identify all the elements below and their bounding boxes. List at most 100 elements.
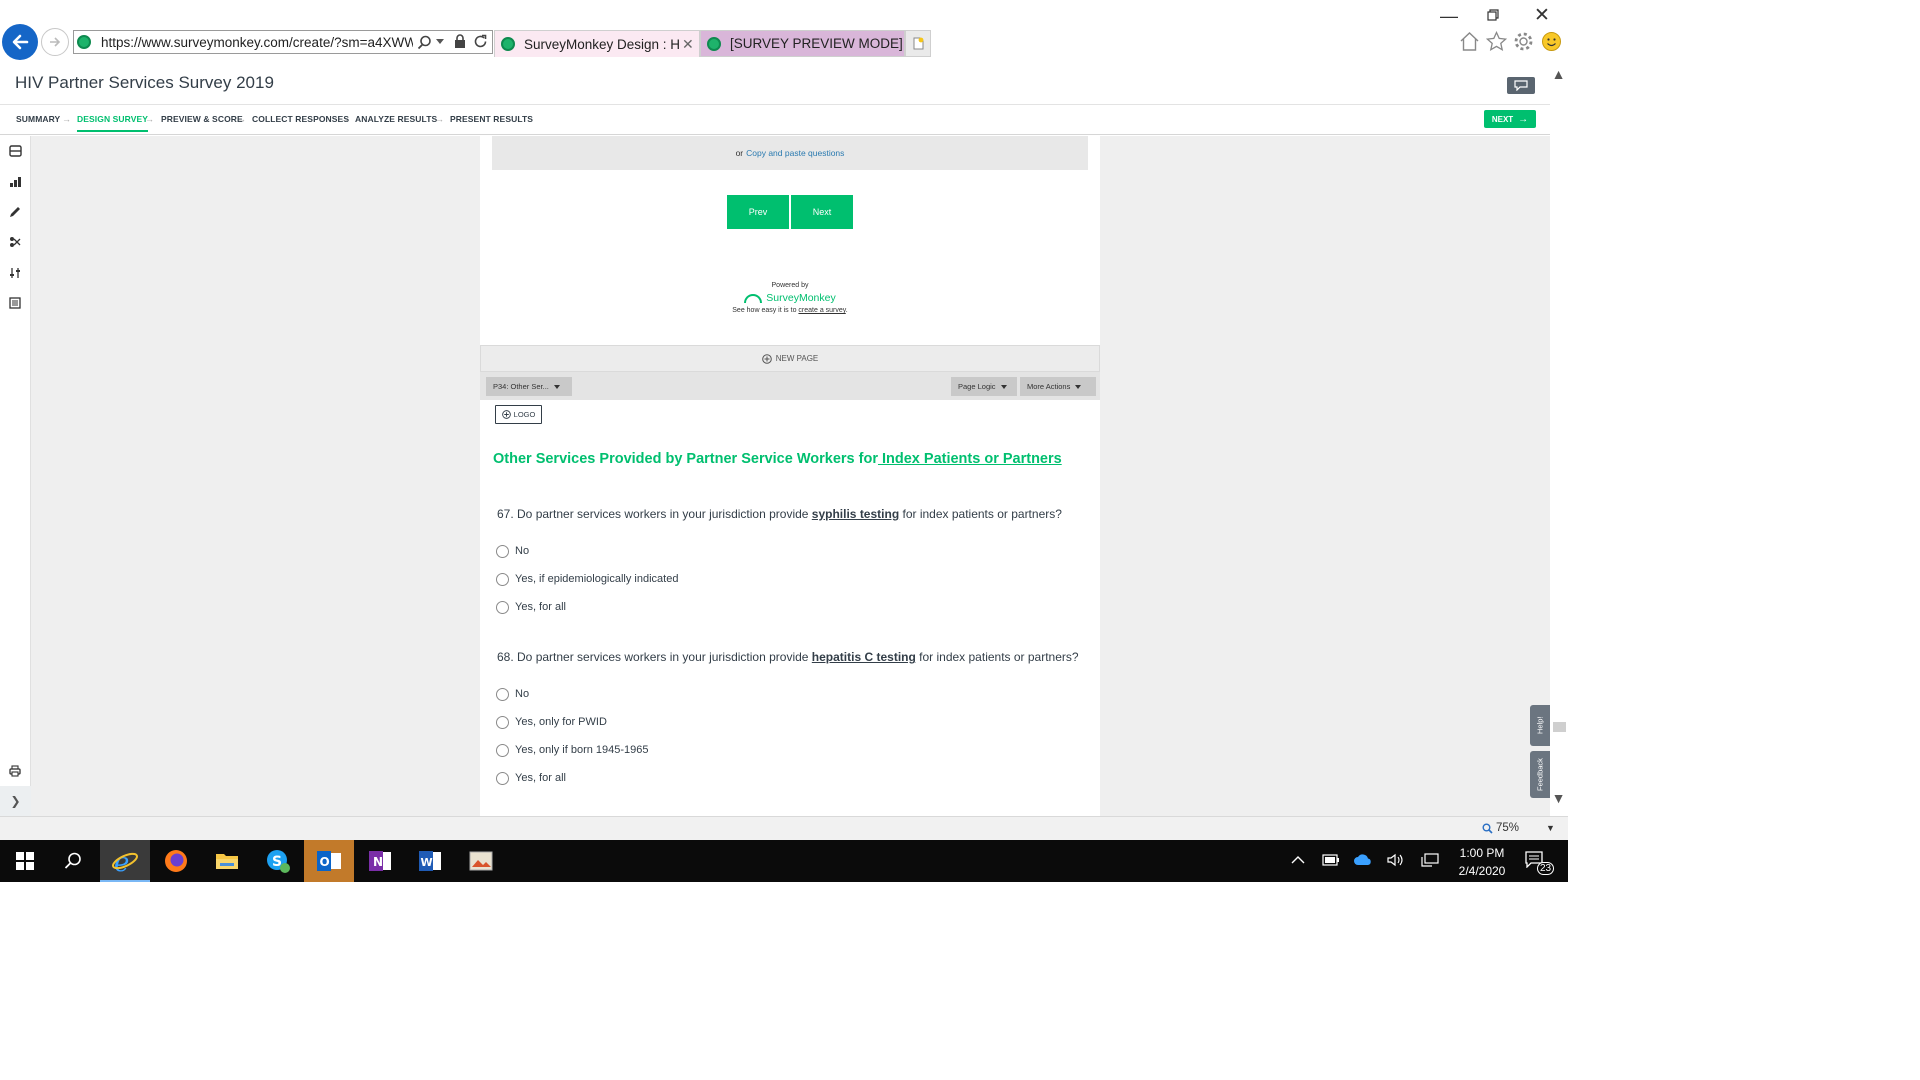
close-window-button[interactable]: ✕ — [1534, 4, 1550, 27]
forward-button[interactable] — [41, 28, 69, 56]
option-label: No — [515, 688, 530, 700]
taskbar-skype[interactable]: S — [253, 840, 303, 882]
next-step-label: NEXT — [1491, 114, 1514, 124]
page-selector-dropdown[interactable]: P34: Other Ser... — [486, 377, 572, 396]
favorites-star-icon[interactable] — [1486, 31, 1507, 52]
taskbar-firefox[interactable] — [151, 840, 201, 882]
zoom-level: 75% — [1496, 822, 1520, 834]
page-title-prefix: Other Services Provided by Partner Servi… — [493, 451, 878, 467]
question-text: 67. Do partner services workers in your … — [497, 507, 812, 521]
search-icon[interactable] — [417, 35, 432, 50]
comments-button[interactable] — [1507, 77, 1535, 94]
minimize-button[interactable]: — — [1440, 6, 1458, 27]
step-summary[interactable]: SUMMARY — [16, 114, 60, 124]
question-68-option[interactable]: No — [496, 687, 529, 701]
chevron-down-icon[interactable]: ▼ — [1546, 823, 1555, 833]
taskbar-photo-app[interactable] — [456, 840, 506, 882]
new-tab-button[interactable] — [905, 30, 931, 57]
options-sliders-icon[interactable] — [8, 266, 22, 280]
address-bar[interactable]: https://www.surveymonkey.com/create/?sm=… — [73, 30, 493, 54]
help-tab[interactable]: Help! — [1530, 705, 1550, 746]
question-67-option[interactable]: Yes, for all — [496, 600, 566, 614]
radio-button[interactable] — [496, 743, 509, 757]
tab-survey-preview[interactable]: [SURVEY PREVIEW MODE] Surv... — [700, 30, 905, 57]
restore-button[interactable] — [1487, 9, 1499, 21]
new-page-button[interactable]: NEW PAGE — [480, 345, 1100, 372]
next-step-button[interactable]: NEXT → — [1484, 110, 1536, 128]
start-button[interactable] — [0, 840, 50, 882]
create-survey-link[interactable]: create a survey — [798, 307, 845, 314]
powered-by-text: Powered by — [771, 282, 809, 289]
back-button[interactable] — [2, 24, 38, 60]
zoom-control[interactable]: 75% ▼ — [1482, 822, 1555, 834]
logic-icon[interactable] — [8, 235, 22, 249]
radio-button[interactable] — [496, 771, 509, 785]
more-actions-dropdown[interactable]: More Actions — [1020, 377, 1096, 396]
dropdown-caret-icon[interactable] — [436, 39, 444, 44]
system-clock[interactable]: 1:00 PM 2/4/2020 — [1452, 844, 1512, 880]
builder-icon[interactable] — [8, 175, 22, 189]
word-icon: W — [419, 851, 441, 871]
page-logic-dropdown[interactable]: Page Logic — [951, 377, 1017, 396]
speaker-volume-icon[interactable] — [1387, 853, 1405, 867]
network-icon[interactable] — [1421, 853, 1439, 867]
option-label: Yes, only for PWID — [515, 716, 607, 728]
question-68-option[interactable]: Yes, only if born 1945-1965 — [496, 743, 649, 757]
printer-icon[interactable] — [8, 764, 22, 778]
radio-button[interactable] — [496, 687, 509, 701]
taskbar-word[interactable]: W — [405, 840, 455, 882]
feedback-smiley-icon[interactable] — [1541, 31, 1562, 52]
gear-icon[interactable] — [1513, 31, 1534, 52]
step-arrow-icon: → — [145, 114, 154, 124]
question-68-option[interactable]: Yes, only for PWID — [496, 715, 607, 729]
radio-button[interactable] — [496, 572, 509, 586]
radio-button[interactable] — [496, 544, 509, 558]
lock-icon[interactable] — [454, 34, 466, 49]
prev-page-button[interactable]: Prev — [727, 195, 789, 229]
step-design-survey[interactable]: DESIGN SURVEY — [77, 114, 149, 132]
next-page-button[interactable]: Next — [791, 195, 853, 229]
add-logo-button[interactable]: LOGO — [495, 405, 542, 424]
step-preview-score[interactable]: PREVIEW & SCORE — [161, 114, 243, 124]
scrollbar-thumb[interactable] — [1553, 722, 1566, 732]
print-preview-icon[interactable] — [8, 296, 22, 310]
scroll-up-arrow-icon[interactable]: ▲ — [1549, 66, 1568, 86]
step-collect-responses[interactable]: COLLECT RESPONSES — [252, 114, 349, 124]
skype-icon: S — [267, 850, 290, 873]
onedrive-cloud-icon[interactable] — [1353, 853, 1373, 867]
battery-icon[interactable] — [1322, 854, 1340, 866]
close-tab-icon[interactable]: ✕ — [682, 36, 694, 53]
taskbar-file-explorer[interactable] — [202, 840, 252, 882]
home-icon[interactable] — [1459, 31, 1480, 52]
design-pencil-icon[interactable] — [8, 205, 22, 219]
question-67-option[interactable]: No — [496, 544, 529, 558]
url-text[interactable]: https://www.surveymonkey.com/create/?sm=… — [101, 35, 413, 50]
vertical-scrollbar[interactable] — [1550, 86, 1568, 816]
taskbar-onenote[interactable]: N — [355, 840, 405, 882]
radio-button[interactable] — [496, 600, 509, 614]
page-title[interactable]: Other Services Provided by Partner Servi… — [493, 451, 1062, 467]
step-present-results[interactable]: PRESENT RESULTS — [450, 114, 533, 124]
action-center-button[interactable]: 23 — [1524, 850, 1555, 876]
tray-chevron-up-icon[interactable] — [1291, 855, 1305, 865]
tab-surveymonkey-design[interactable]: SurveyMonkey Design : HIV ... ✕ — [494, 30, 700, 57]
question-67-option[interactable]: Yes, if epidemiologically indicated — [496, 572, 678, 586]
brand-name: SurveyMonkey — [766, 292, 836, 304]
radio-button[interactable] — [496, 715, 509, 729]
feedback-tab[interactable]: Feedback — [1530, 751, 1550, 798]
tab-title: SurveyMonkey Design : HIV ... — [524, 36, 680, 52]
search-button[interactable] — [48, 840, 98, 882]
question-67-title[interactable]: 67. Do partner services workers in your … — [497, 507, 1062, 521]
surveymonkey-logo[interactable]: SurveyMonkey — [700, 292, 880, 304]
question-bank-icon[interactable] — [8, 144, 22, 158]
taskbar-outlook[interactable]: O — [304, 840, 354, 882]
copy-paste-questions-link[interactable]: Copy and paste questions — [746, 148, 844, 158]
step-analyze-results[interactable]: ANALYZE RESULTS — [355, 114, 437, 124]
taskbar-internet-explorer[interactable]: e — [100, 840, 150, 882]
question-68-title[interactable]: 68. Do partner services workers in your … — [497, 650, 1079, 664]
survey-title: HIV Partner Services Survey 2019 — [15, 73, 274, 92]
question-68-option[interactable]: Yes, for all — [496, 771, 566, 785]
expand-sidebar-button[interactable]: ❯ — [0, 786, 31, 816]
refresh-icon[interactable] — [473, 34, 488, 49]
scroll-down-arrow-icon[interactable]: ▼ — [1549, 790, 1568, 810]
